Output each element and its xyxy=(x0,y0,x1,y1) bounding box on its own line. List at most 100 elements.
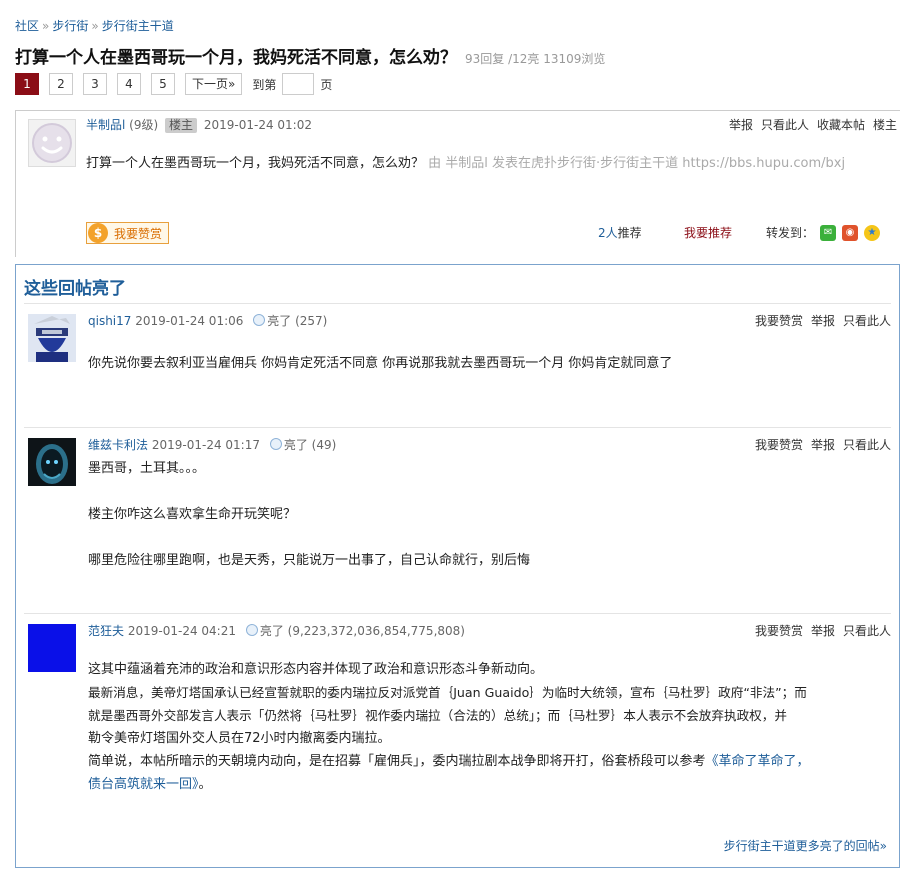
reply-item: 维兹卡利法 2019-01-24 01:17 亮了 (49) 我要赞赏 举报 只看此… xyxy=(24,427,891,613)
author-name[interactable]: 半制品l xyxy=(86,118,125,132)
reply-body: 你先说你要去叙利亚当雇佣兵 你妈肯定死活不同意 你再说那我就去墨西哥玩一个月 你… xyxy=(88,352,888,375)
light-label[interactable]: 亮了 xyxy=(284,438,308,452)
op-badge: 楼主 xyxy=(165,118,198,133)
reply-meta: 范狂夫 2019-01-24 04:21 亮了 (9,223,372,036,8… xyxy=(88,622,465,639)
default-avatar-icon xyxy=(32,123,72,163)
breadcrumb-sep: » xyxy=(91,19,99,33)
post-source: 由 半制品l 发表在虎扑步行街·步行街主干道 https://bbs.hupu.… xyxy=(428,156,846,171)
page-4-button[interactable]: 4 xyxy=(117,73,141,95)
reply-line: 最新消息，美帝灯塔国承认已经宣誓就职的委内瑞拉反对派党首｛Juan Guaido… xyxy=(88,685,807,700)
lightbulb-icon[interactable] xyxy=(269,438,282,450)
reply-line: 这其中蕴涵着充沛的政治和意识形态内容并体现了政治和意识形态斗争新动向。 xyxy=(88,662,544,677)
avatar[interactable] xyxy=(28,624,76,672)
reply-line: 简单说，本帖所暗示的天朝境内动向，是在招募「雇佣兵」，委内瑞拉剧本战争即将开打，… xyxy=(88,750,888,773)
post-actions: 举报 只看此人 收藏本帖 楼主 xyxy=(721,116,897,133)
recommend-count-value[interactable]: 2人 xyxy=(598,226,618,240)
ninja-avatar-icon xyxy=(28,314,76,362)
lightbulb-icon[interactable] xyxy=(253,314,266,326)
reply-meta: qishi17 2019-01-24 01:06 亮了 (257) xyxy=(88,312,327,329)
light-count: (49) xyxy=(311,438,337,452)
reply-actions: 我要赞赏 举报 只看此人 xyxy=(747,312,891,329)
reply-line: 楼主你咋这么喜欢拿生命开玩笑呢？ xyxy=(88,507,297,522)
article-link-cont[interactable]: 债台高筑就来一回》 xyxy=(88,777,199,792)
reply-actions: 我要赞赏 举报 只看此人 xyxy=(747,622,891,639)
reply-time: 2019-01-24 04:21 xyxy=(127,624,236,638)
share-label: 转发到： xyxy=(766,226,815,240)
reward-link[interactable]: 我要赞赏 xyxy=(755,624,803,638)
light-count: (9,223,372,036,854,775,808) xyxy=(287,624,465,638)
light-label[interactable]: 亮了 xyxy=(260,624,284,638)
thread-header: 打算一个人在墨西哥玩一个月，我妈死活不同意，怎么劝？ 93回复 /12亮 1310… xyxy=(15,43,605,68)
reply-line: 债台高筑就来一回》。 xyxy=(88,773,888,796)
reply-time: 2019-01-24 01:06 xyxy=(135,314,244,328)
page-3-button[interactable]: 3 xyxy=(83,73,107,95)
recommend-count: 2人推荐 xyxy=(598,224,642,241)
thread-title: 打算一个人在墨西哥玩一个月，我妈死活不同意，怎么劝？ xyxy=(15,48,457,68)
recommend-button[interactable]: 我要推荐 xyxy=(684,224,732,241)
article-link[interactable]: 《革命了革命了， xyxy=(706,754,810,769)
reply-actions: 我要赞赏 举报 只看此人 xyxy=(747,436,891,453)
report-link[interactable]: 举报 xyxy=(811,438,835,452)
avatar[interactable] xyxy=(28,314,76,362)
page-label: 页 xyxy=(320,77,333,92)
reply-author[interactable]: 范狂夫 xyxy=(88,624,124,638)
reply-body: 墨西哥，土耳其。。。 楼主你咋这么喜欢拿生命开玩笑呢？ 哪里危险往哪里跑啊，也是… xyxy=(88,457,888,572)
report-link[interactable]: 举报 xyxy=(811,624,835,638)
original-post: 半制品l (9级) 楼主 2019-01-24 01:02 举报 只看此人 收藏本帖… xyxy=(15,110,900,257)
reply-line-tail: 。 xyxy=(198,777,212,792)
reply-line: 墨西哥，土耳其。。。 xyxy=(88,461,206,476)
reward-link[interactable]: 我要赞赏 xyxy=(755,438,803,452)
favorite-button[interactable]: 收藏本帖 xyxy=(817,118,865,132)
highlighted-replies: 这些回帖亮了 qishi17 2019-01-24 01:06 亮了 (257)… xyxy=(15,264,900,868)
breadcrumb-bxj[interactable]: 步行街 xyxy=(52,19,88,33)
post-time: 2019-01-24 01:02 xyxy=(203,118,312,132)
light-label[interactable]: 亮了 xyxy=(267,314,291,328)
share-bar: 转发到： ✉ ◉ ★ xyxy=(766,224,881,241)
page-1-button[interactable]: 1 xyxy=(15,73,39,95)
goto-page-input[interactable] xyxy=(282,73,315,95)
only-this-user-link[interactable]: 只看此人 xyxy=(843,314,891,328)
post-meta: 半制品l (9级) 楼主 2019-01-24 01:02 xyxy=(86,116,312,133)
reply-author[interactable]: qishi17 xyxy=(88,314,131,328)
reply-line: 就是墨西哥外交部发言人表示「仍然将｛马杜罗｝视作委内瑞拉（合法的）总统」；而｛马… xyxy=(88,708,787,723)
author-level: (9级) xyxy=(129,118,159,132)
reply-author[interactable]: 维兹卡利法 xyxy=(88,438,148,452)
reply-body: 这其中蕴涵着充沛的政治和意识形态内容并体现了政治和意识形态斗争新动向。 最新消息… xyxy=(88,658,888,796)
avatar[interactable] xyxy=(28,438,76,486)
only-this-user-link[interactable]: 只看此人 xyxy=(843,624,891,638)
post-body: 打算一个人在墨西哥玩一个月，我妈死活不同意，怎么劝？ 由 半制品l 发表在虎扑步… xyxy=(86,152,898,171)
only-author-button[interactable]: 只看此人 xyxy=(761,118,809,132)
pagination: 1 2 3 4 5 下一页» 到第 页 xyxy=(15,73,332,95)
qzone-icon[interactable]: ★ xyxy=(864,224,881,241)
lightbulb-icon[interactable] xyxy=(245,624,258,636)
reply-time: 2019-01-24 01:17 xyxy=(151,438,260,452)
page-2-button[interactable]: 2 xyxy=(49,73,73,95)
only-this-user-link[interactable]: 只看此人 xyxy=(843,438,891,452)
breadcrumb-community[interactable]: 社区 xyxy=(15,19,39,33)
reply-item: 范狂夫 2019-01-24 04:21 亮了 (9,223,372,036,8… xyxy=(24,613,891,867)
avatar[interactable] xyxy=(28,119,76,167)
report-button[interactable]: 举报 xyxy=(729,118,753,132)
reply-line-text: 简单说，本帖所暗示的天朝境内动向，是在招募「雇佣兵」，委内瑞拉剧本战争即将开打，… xyxy=(88,754,706,769)
reward-link[interactable]: 我要赞赏 xyxy=(755,314,803,328)
report-link[interactable]: 举报 xyxy=(811,314,835,328)
weibo-icon[interactable]: ◉ xyxy=(842,224,859,241)
light-count: (257) xyxy=(295,314,328,328)
recommend-suffix: 推荐 xyxy=(617,226,642,240)
floor-label: 楼主 xyxy=(872,118,897,132)
reply-line: 你先说你要去叙利亚当雇佣兵 你妈肯定死活不同意 你再说那我就去墨西哥玩一个月 你… xyxy=(88,356,673,371)
hooded-figure-avatar-icon xyxy=(28,438,76,486)
breadcrumb-sep: » xyxy=(42,19,50,33)
highlights-title: 这些回帖亮了 xyxy=(24,279,126,299)
post-text: 打算一个人在墨西哥玩一个月，我妈死活不同意，怎么劝？ xyxy=(86,156,425,171)
reward-button[interactable]: $ 我要赞赏 xyxy=(86,222,170,244)
thread-stats: 93回复 /12亮 13109浏览 xyxy=(465,52,606,66)
reward-label: 我要赞赏 xyxy=(114,226,163,241)
breadcrumb-bxj-main[interactable]: 步行街主干道 xyxy=(102,19,174,33)
breadcrumb: 社区» 步行街» 步行街主干道 xyxy=(15,17,174,34)
reply-line: 勒令美帝灯塔国外交人员在72小时内撤离委内瑞拉。 xyxy=(88,731,391,746)
more-highlights-link[interactable]: 步行街主干道更多亮了的回帖» xyxy=(724,837,887,854)
page-5-button[interactable]: 5 xyxy=(151,73,175,95)
wechat-icon[interactable]: ✉ xyxy=(820,224,837,241)
next-page-button[interactable]: 下一页» xyxy=(185,73,243,95)
